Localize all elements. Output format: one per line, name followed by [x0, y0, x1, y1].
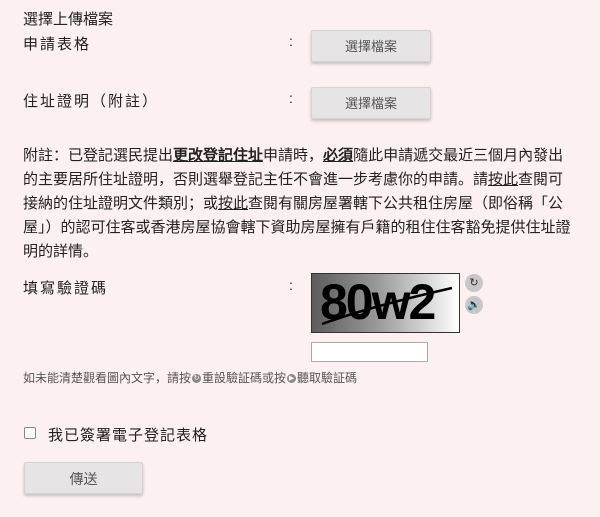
hint-text: 聽取驗証碼	[297, 371, 358, 385]
choose-address-proof-file-button[interactable]: 選擇檔案	[311, 87, 431, 119]
address-proof-label: 住址證明（附註）	[23, 93, 160, 110]
note-bold-change-address: 更改登記住址	[173, 147, 264, 164]
hint-text: 如未能清楚觀看圖內文字，請按	[23, 371, 192, 385]
note-text: 附註：已登記選民提出	[23, 147, 174, 164]
choose-application-file-button[interactable]: 選擇檔案	[311, 30, 431, 62]
hint-text: 重設驗証碼或按	[202, 371, 287, 385]
submit-button[interactable]: 傳送	[24, 462, 143, 494]
speaker-icon: ▶	[287, 374, 297, 384]
colon: :	[289, 90, 293, 106]
captcha-hint: 如未能清楚觀看圖內文字，請按 ↻ 重設驗証碼或按 ▶ 聽取驗証碼	[23, 369, 357, 386]
speaker-icon[interactable]: 🔊	[465, 296, 483, 314]
application-form-label: 申請表格	[23, 36, 92, 53]
colon: :	[289, 277, 293, 293]
address-proof-types-link[interactable]: 按此	[488, 171, 518, 188]
captcha-noise-line	[321, 286, 453, 326]
signed-confirm-checkbox[interactable]	[24, 427, 36, 439]
captcha-image: 80w2	[311, 273, 460, 333]
captcha-input[interactable]	[311, 342, 428, 362]
refresh-icon: ↻	[192, 374, 202, 384]
refresh-icon[interactable]: ↻	[465, 274, 483, 292]
note-text: 申請時，	[263, 147, 324, 164]
signed-confirm-label: 我已簽署電子登記表格	[48, 427, 209, 444]
note-bold-must: 必須	[323, 147, 354, 164]
section-title: 選擇上傳檔案	[23, 11, 114, 28]
public-housing-exemption-link[interactable]: 按此	[218, 195, 248, 212]
colon: :	[289, 33, 293, 49]
captcha-label: 填寫驗證碼	[23, 280, 109, 297]
note-paragraph: 附註：已登記選民提出更改登記住址申請時，必須隨此申請遞交最近三個月內發出的主要居…	[23, 144, 578, 264]
